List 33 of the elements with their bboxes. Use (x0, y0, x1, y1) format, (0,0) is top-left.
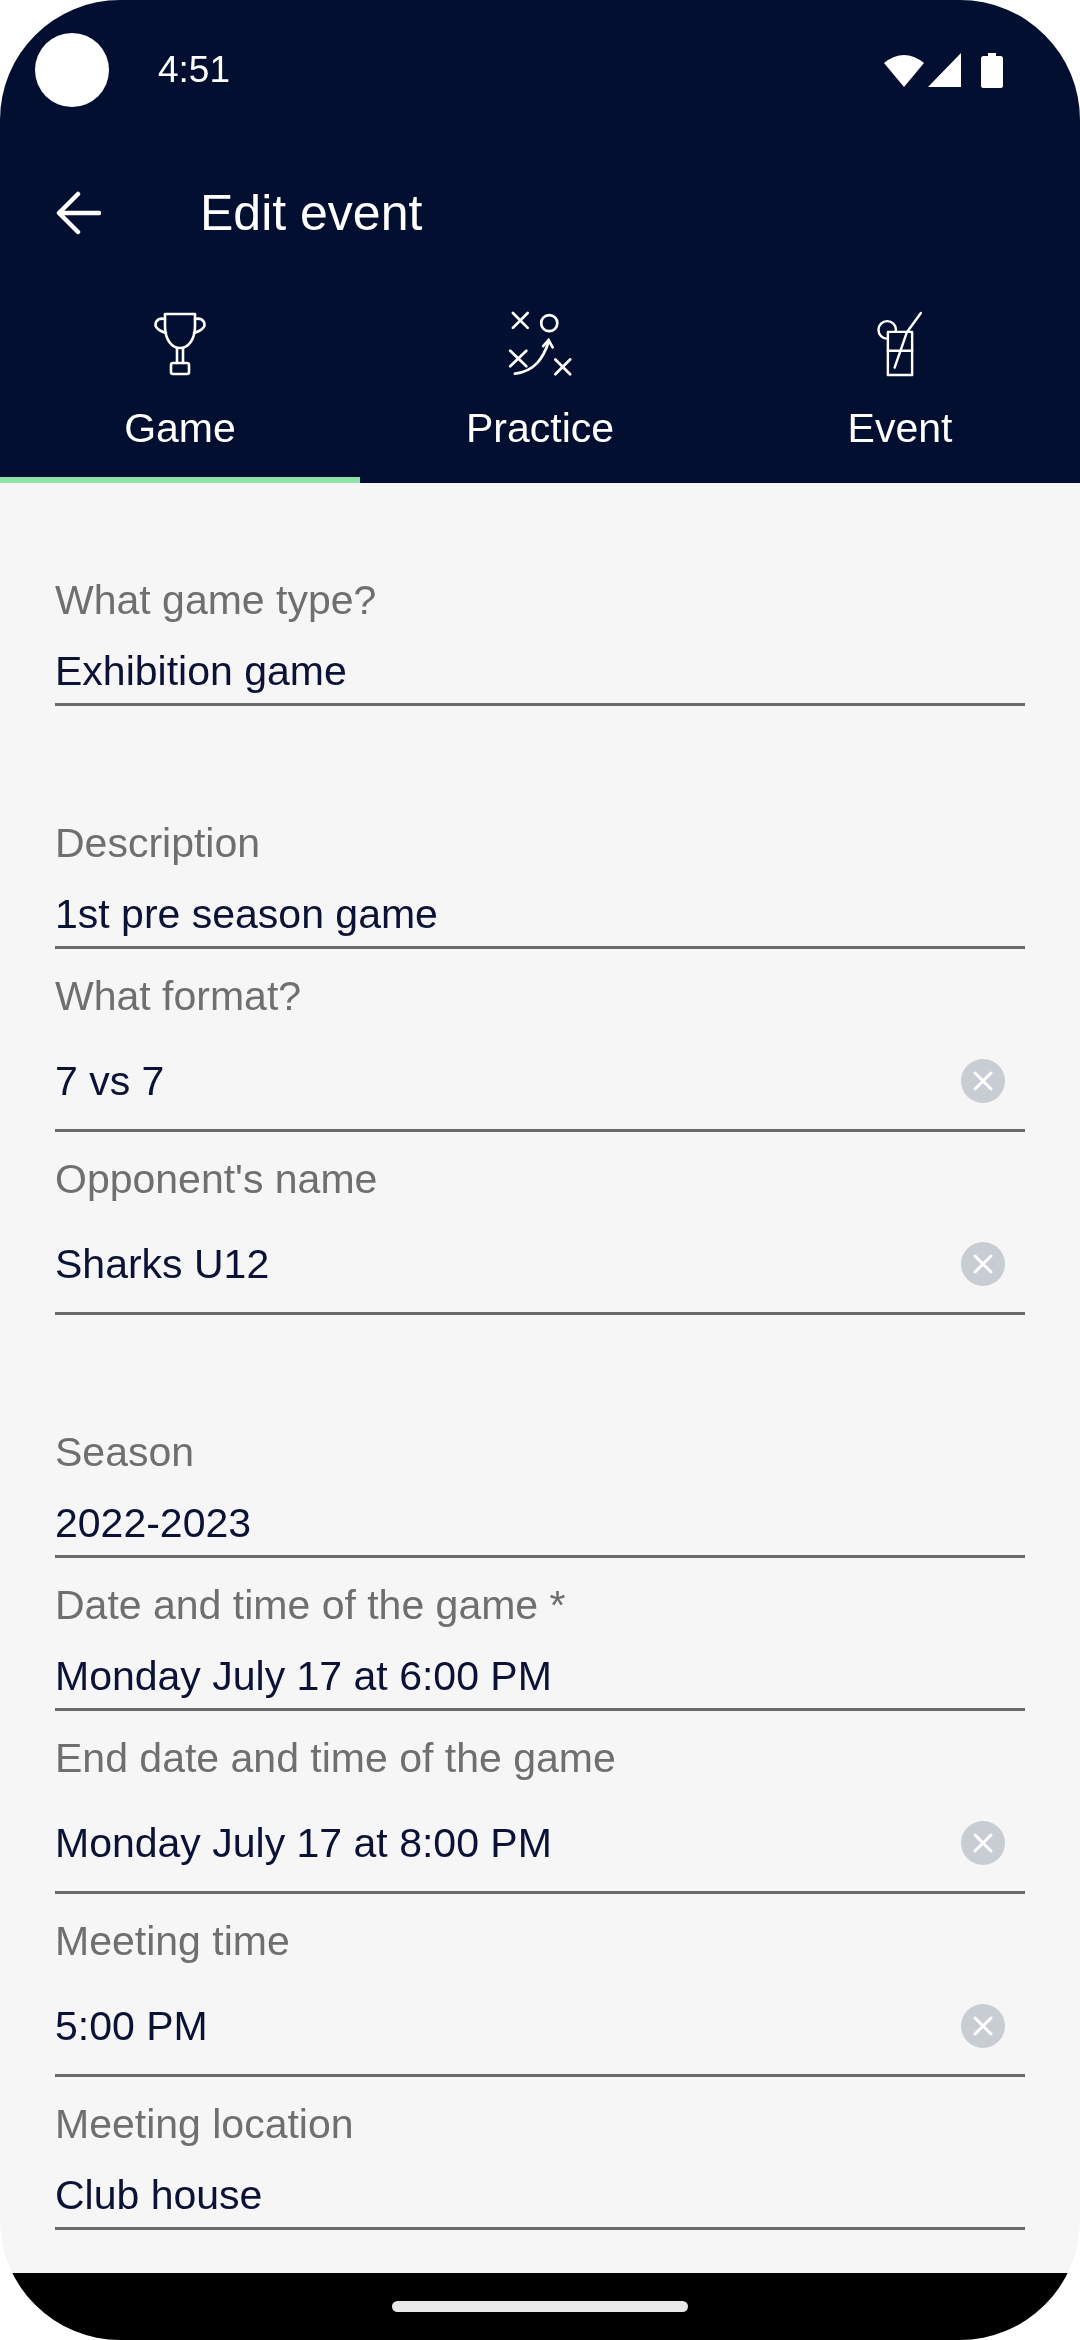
battery-icon (981, 52, 1003, 88)
text-field[interactable]: Description 1st pre season game (55, 817, 1025, 949)
text-field[interactable]: Meeting location Club house (55, 2098, 1025, 2230)
clear-icon[interactable] (961, 1821, 1005, 1865)
field-label: Meeting location (55, 2100, 355, 2149)
text-field[interactable]: What format? 7 vs 7 (55, 970, 1025, 1132)
tab[interactable]: Game (0, 286, 360, 483)
text-field[interactable]: Date and time of the game * Monday July 17 at 6:00 PM (55, 1579, 1025, 1711)
text-field[interactable]: End date and time of the game Monday July 17 at 8:00 PM (55, 1732, 1025, 1894)
field-label: Description (55, 819, 262, 868)
field-label: Meeting time (55, 1917, 291, 1966)
text-field[interactable]: Meeting time 5:00 PM (55, 1915, 1025, 2077)
field-label: Season (55, 1428, 196, 1477)
clear-icon[interactable] (961, 2004, 1005, 2048)
field-label: What format? (55, 972, 303, 1021)
text-field[interactable]: What game type? Exhibition game (55, 574, 1025, 706)
signal-icon (928, 53, 961, 87)
field-label: Date and time of the game * (55, 1581, 567, 1630)
status-time: 4:51 (158, 49, 230, 91)
text-field[interactable]: Opponent's name Sharks U12 (55, 1153, 1025, 1315)
clear-icon[interactable] (961, 1059, 1005, 1103)
tab[interactable]: Practice (360, 286, 720, 483)
back-icon[interactable] (55, 190, 101, 236)
field-label: What game type? (55, 576, 378, 625)
home-indicator[interactable] (392, 2301, 688, 2312)
field-label: Opponent's name (55, 1155, 379, 1204)
play-diagram-icon (506, 311, 574, 377)
tab[interactable]: Event (720, 286, 1080, 483)
field-label: End date and time of the game (55, 1734, 617, 1783)
clear-icon[interactable] (961, 1242, 1005, 1286)
text-field[interactable]: Season 2022-2023 (55, 1426, 1025, 1558)
screen-title: Edit event (200, 184, 423, 242)
wifi-icon (884, 53, 924, 87)
